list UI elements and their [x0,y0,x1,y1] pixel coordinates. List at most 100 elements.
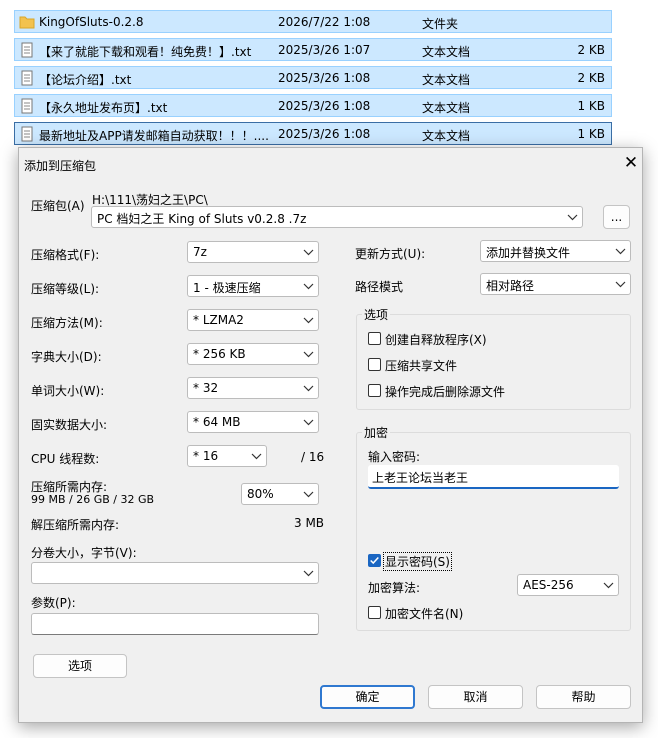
file-name: 【来了就能下载和观看！纯免费！】.txt [39,45,252,59]
file-size: 2 KB [577,71,605,85]
level-label: 压缩等级(L): [31,282,100,296]
file-size: 1 KB [577,127,605,141]
dialog-title: 添加到压缩包 [24,159,97,173]
dict-select[interactable]: * 256 KB [187,343,319,365]
path-mode-select[interactable]: 相对路径 [480,273,631,295]
solid-value: * 64 MB [193,415,241,429]
check-icon [370,557,379,565]
shared-files-label: 压缩共享文件 [385,359,458,373]
dict-label: 字典大小(D): [31,350,102,364]
sfx-label: 创建自释放程序(X) [385,333,487,347]
chevron-down-icon [303,419,314,426]
close-icon[interactable]: ✕ [620,152,642,174]
chevron-down-icon [303,283,314,290]
level-select[interactable]: 1 - 极速压缩 [187,275,319,297]
options-button[interactable]: 选项 [33,654,127,678]
chevron-down-icon [615,248,626,255]
params-label: 参数(P): [31,596,76,610]
delete-source-checkbox[interactable] [368,384,381,397]
password-input[interactable]: 上老王论坛当老王 [368,465,619,489]
solid-select[interactable]: * 64 MB [187,411,319,433]
cpu-label: CPU 线程数: [31,452,100,466]
level-value: 1 - 极速压缩 [193,281,261,295]
chevron-down-icon [303,570,314,577]
method-value: * LZMA2 [193,313,244,327]
sfx-checkbox[interactable] [368,332,381,345]
chevron-down-icon [303,317,314,324]
file-type: 文本文档 [422,73,471,87]
word-select[interactable]: * 32 [187,377,319,399]
file-date: 2025/3/26 1:08 [278,71,371,85]
split-label: 分卷大小，字节(V): [31,546,137,560]
mem-percent-select[interactable]: 80% [241,483,319,505]
file-size: 2 KB [577,43,605,57]
file-date: 2025/3/26 1:08 [278,127,371,141]
file-row[interactable]: 【永久地址发布页】.txt 2025/3/26 1:08 文本文档 1 KB [14,94,612,117]
file-row[interactable]: 最新地址及APP请发邮箱自动获取！！！.... 2025/3/26 1:08 文… [14,122,612,145]
file-name: KingOfSluts-0.2.8 [39,15,144,29]
file-row[interactable]: 【论坛介绍】.txt 2025/3/26 1:08 文本文档 2 KB [14,66,612,89]
dict-value: * 256 KB [193,347,246,361]
method-select[interactable]: * LZMA2 [187,309,319,331]
chevron-down-icon [603,582,614,589]
cancel-button[interactable]: 取消 [428,685,523,709]
folder-icon [19,16,35,29]
decomp-label: 解压缩所需内存: [31,518,120,532]
add-to-archive-dialog: 添加到压缩包 ✕ 压缩包(A) H:\111\荡妇之王\PC\ PC 档妇之王 … [18,147,643,723]
help-button[interactable]: 帮助 [536,685,631,709]
mem-percent-value: 80% [247,487,274,501]
file-date: 2026/7/22 1:08 [278,15,371,29]
chevron-down-icon [303,249,314,256]
show-password-checkbox[interactable] [368,554,381,567]
cpu-total: / 16 [301,450,325,464]
password-value: 上老王论坛当老王 [372,471,469,485]
file-type: 文件夹 [422,17,459,31]
format-label: 压缩格式(F): [31,248,100,262]
file-date: 2025/3/26 1:07 [278,43,371,57]
text-file-icon [21,42,33,58]
chevron-down-icon [303,491,314,498]
solid-label: 固实数据大小: [31,418,108,432]
text-file-icon [21,126,33,142]
cpu-value: * 16 [193,449,219,463]
update-label: 更新方式(U): [355,247,426,261]
encrypt-names-label: 加密文件名(N) [385,607,464,621]
path-mode-label: 路径模式 [355,280,404,294]
archive-name-combo[interactable]: PC 档妇之王 King of Sluts v0.2.8 .7z [91,206,583,228]
method-label: 压缩方法(M): [31,316,103,330]
password-label: 输入密码: [368,450,421,464]
encrypt-names-checkbox[interactable] [368,606,381,619]
update-select[interactable]: 添加并替换文件 [480,240,631,262]
chevron-down-icon [615,281,626,288]
params-input[interactable] [31,613,319,635]
delete-source-label: 操作完成后删除源文件 [385,385,506,399]
file-type: 文本文档 [422,129,471,143]
cpu-select[interactable]: * 16 [187,445,267,467]
file-date: 2025/3/26 1:08 [278,99,371,113]
encryption-method-value: AES-256 [523,578,574,592]
word-label: 单词大小(W): [31,384,105,398]
text-file-icon [21,70,33,86]
ok-button[interactable]: 确定 [320,685,415,709]
show-password-label: 显示密码(S) [383,552,452,571]
encryption-method-select[interactable]: AES-256 [517,574,619,596]
file-size: 1 KB [577,99,605,113]
file-name: 【永久地址发布页】.txt [39,101,168,115]
archive-name-value: PC 档妇之王 King of Sluts v0.2.8 .7z [97,212,307,226]
shared-files-checkbox[interactable] [368,358,381,371]
word-value: * 32 [193,381,219,395]
encryption-method-label: 加密算法: [368,581,421,595]
chevron-down-icon [303,385,314,392]
file-row[interactable]: 【来了就能下载和观看！纯免费！】.txt 2025/3/26 1:07 文本文档… [14,38,612,61]
file-name: 最新地址及APP请发邮箱自动获取！！！.... [39,129,269,143]
format-select[interactable]: 7z [187,241,319,263]
update-value: 添加并替换文件 [486,246,571,260]
file-name: 【论坛介绍】.txt [39,73,132,87]
file-row-folder[interactable]: KingOfSluts-0.2.8 2026/7/22 1:08 文件夹 [14,10,612,33]
options-group-label: 选项 [362,306,391,323]
split-select[interactable] [31,562,319,584]
encryption-group-label: 加密 [362,424,391,441]
browse-button[interactable]: ... [603,205,630,229]
file-type: 文本文档 [422,101,471,115]
mem-value: 99 MB / 26 GB / 32 GB [31,493,155,506]
